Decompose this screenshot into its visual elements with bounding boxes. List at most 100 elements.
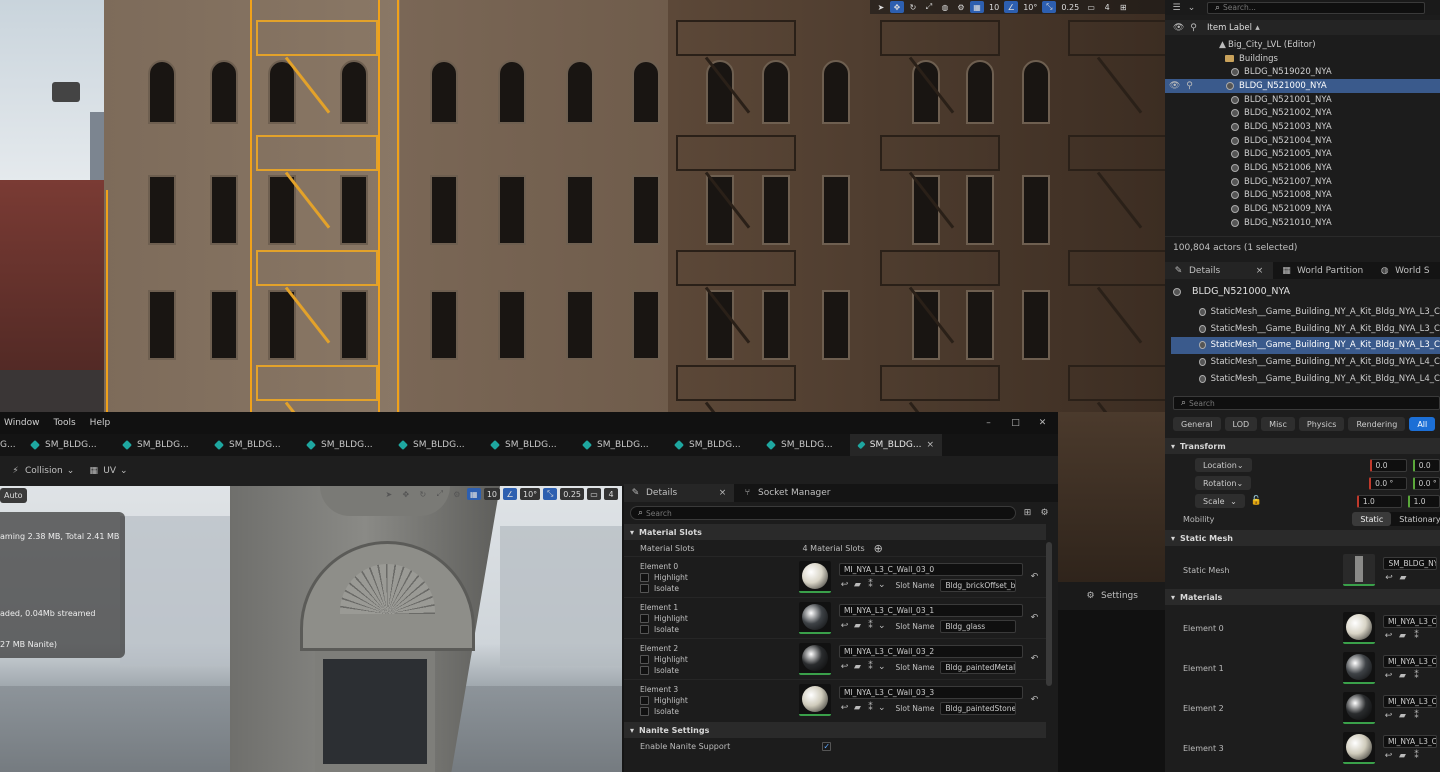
static-mesh-thumbnail[interactable] <box>1343 554 1376 586</box>
material-thumbnail[interactable] <box>1343 732 1375 764</box>
highlight-checkbox[interactable] <box>640 613 649 623</box>
transform-section[interactable]: ▾ Transform <box>1165 438 1440 454</box>
angle-snap-value[interactable]: 10° <box>520 488 541 500</box>
outliner-item[interactable]: BLDG_N521001_NYA <box>1165 93 1440 107</box>
menu-tools[interactable]: Tools <box>54 418 76 428</box>
material-picker[interactable]: MI_NYA_L3_C_V <box>1383 655 1437 668</box>
chevron-down-icon[interactable]: ⌄ <box>1186 3 1197 13</box>
mobility-static[interactable]: Static <box>1352 512 1392 526</box>
scale-snap-icon[interactable]: ⤡ <box>1042 1 1057 13</box>
slot-name-input[interactable]: Bldg_brickOffset_beige <box>940 578 1017 592</box>
close-icon[interactable]: × <box>1254 266 1265 276</box>
mesh-tab[interactable]: SM_BLDG... <box>390 434 482 456</box>
select-icon[interactable]: ➤ <box>382 488 396 500</box>
filter-icon[interactable]: ☰ <box>1171 3 1182 13</box>
nanite-section[interactable]: ▾ Nanite Settings <box>624 722 1046 738</box>
browse-icon[interactable]: ↩ <box>839 662 850 672</box>
mesh-tab[interactable]: SM_BLDG... <box>666 434 758 456</box>
material-picker[interactable]: MI_NYA_L3_C_Wall_03_2 <box>839 644 1023 658</box>
pin-icon[interactable]: ⚲ <box>1188 23 1199 33</box>
mesh-tab[interactable]: SM_BLDG... <box>574 434 666 456</box>
angle-snap-value[interactable]: 10° <box>1020 1 1040 13</box>
location-x[interactable]: 0.0 <box>1369 458 1407 472</box>
scale-dropdown[interactable]: Scale ⌄ <box>1195 494 1245 508</box>
camera-speed-value[interactable]: 4 <box>604 488 618 500</box>
close-tab-icon[interactable]: × <box>926 440 934 450</box>
reset-icon[interactable]: ↶ <box>1029 654 1040 664</box>
surface-snap-icon[interactable]: ⚙ <box>954 1 968 13</box>
mesh-tab[interactable]: SM_BLDG... <box>482 434 574 456</box>
mesh-tab[interactable]: SM_BLDG... <box>758 434 850 456</box>
material-slots-section[interactable]: ▾ Material Slots <box>624 524 1046 540</box>
scale-snap-value[interactable]: 0.25 <box>1058 1 1082 13</box>
browse-icon[interactable]: ↩ <box>1383 671 1394 681</box>
grid-snap-value[interactable]: 10 <box>986 1 1002 13</box>
folder-icon[interactable]: ▰ <box>1397 573 1408 583</box>
highlight-checkbox[interactable] <box>640 572 649 582</box>
outliner-item[interactable]: BLDG_N521004_NYA <box>1165 134 1440 148</box>
material-thumbnail[interactable] <box>1343 612 1375 644</box>
options-icon[interactable]: ⁑ <box>865 580 876 590</box>
tab-mesh-details[interactable]: ✎ Details × <box>624 484 734 502</box>
component-item[interactable]: StaticMesh__Game_Building_NY_A_Kit_Bldg_… <box>1171 387 1440 389</box>
isolate-checkbox[interactable] <box>640 665 649 675</box>
mesh-details-scrollbar[interactable] <box>1046 542 1052 686</box>
add-slot-icon[interactable]: ⊕ <box>873 542 884 555</box>
mesh-details-search-input[interactable]: ⌕ Search <box>630 506 1016 520</box>
options-icon[interactable]: ⁑ <box>865 621 876 631</box>
tab-details[interactable]: ✎ Details × <box>1165 262 1273 279</box>
folder-icon[interactable]: ▰ <box>1397 751 1408 761</box>
isolate-checkbox[interactable] <box>640 624 649 634</box>
settings-gear-icon[interactable]: ⚙ <box>1039 508 1050 518</box>
folder-icon[interactable]: ▰ <box>1397 671 1408 681</box>
mobility-stationary[interactable]: Stationary <box>1391 512 1440 526</box>
grid-snap-value[interactable]: 10 <box>483 488 500 500</box>
menu-window[interactable]: Window <box>4 418 40 428</box>
options-icon[interactable]: ⁑ <box>865 662 876 672</box>
folder-icon[interactable]: ▰ <box>1397 711 1408 721</box>
rotation-y[interactable]: 0.0 ° <box>1412 476 1440 490</box>
camera-speed-icon[interactable]: ▭ <box>1084 1 1098 13</box>
outliner-item[interactable]: BLDG_N521007_NYA <box>1165 175 1440 189</box>
options-icon[interactable]: ⁑ <box>1411 751 1422 761</box>
mesh-tab[interactable]: SM_BLDG... <box>114 434 206 456</box>
layout-icon[interactable]: ⊞ <box>1116 1 1130 13</box>
scale-x[interactable]: 1.0 <box>1356 494 1402 508</box>
browse-icon[interactable]: ↩ <box>839 580 850 590</box>
outliner-item[interactable]: BLDG_N521010_NYA <box>1165 216 1440 230</box>
folder-row[interactable]: Buildings <box>1165 52 1440 66</box>
surface-snap-icon[interactable]: ⚙ <box>450 488 464 500</box>
select-icon[interactable]: ➤ <box>874 1 888 13</box>
location-dropdown[interactable]: Location ⌄ <box>1195 458 1252 472</box>
outliner-item[interactable]: BLDG_N519020_NYA <box>1165 65 1440 79</box>
filter-lod[interactable]: LOD <box>1224 417 1258 431</box>
view-mode-badge[interactable]: Auto <box>0 488 27 503</box>
material-picker[interactable]: MI_NYA_L3_C_V <box>1383 615 1437 628</box>
move-icon[interactable]: ✥ <box>890 1 904 13</box>
collision-menu[interactable]: ⚡ Collision ⌄ <box>10 466 74 476</box>
browse-icon[interactable]: ↩ <box>1383 631 1394 641</box>
scale-y[interactable]: 1.0 <box>1407 494 1440 508</box>
filter-misc[interactable]: Misc <box>1261 417 1295 431</box>
isolate-checkbox[interactable] <box>640 706 649 716</box>
rotation-dropdown[interactable]: Rotation ⌄ <box>1195 476 1252 490</box>
mesh-tab[interactable]: SM_BLDG... <box>22 434 114 456</box>
reset-icon[interactable]: ↶ <box>1029 613 1040 623</box>
mesh-viewport[interactable]: Auto aming 2.38 MB, Total 2.41 MB aded, … <box>0 486 622 772</box>
highlight-checkbox[interactable] <box>640 654 649 664</box>
scale-icon[interactable]: ⤢ <box>433 488 447 500</box>
tab-socket-manager[interactable]: ⑂ Socket Manager <box>734 488 838 498</box>
item-label-column[interactable]: Item Label <box>1207 23 1252 33</box>
visibility-icon[interactable]: 👁 <box>1169 81 1180 91</box>
outliner-item[interactable]: BLDG_N521006_NYA <box>1165 161 1440 175</box>
minimize-icon[interactable]: – <box>983 418 994 428</box>
tab-world-settings[interactable]: ◍ World S <box>1371 266 1437 276</box>
folder-icon[interactable]: ▰ <box>852 621 863 631</box>
outliner-item[interactable]: BLDG_N521002_NYA <box>1165 106 1440 120</box>
reset-icon[interactable]: ↶ <box>1029 695 1040 705</box>
reset-icon[interactable]: ↶ <box>1029 572 1040 582</box>
folder-icon[interactable]: ▰ <box>1397 631 1408 641</box>
grid-snap-icon[interactable]: ▦ <box>970 1 984 13</box>
location-y[interactable]: 0.0 <box>1412 458 1440 472</box>
mesh-tab[interactable]: SM_BLDG... <box>298 434 390 456</box>
